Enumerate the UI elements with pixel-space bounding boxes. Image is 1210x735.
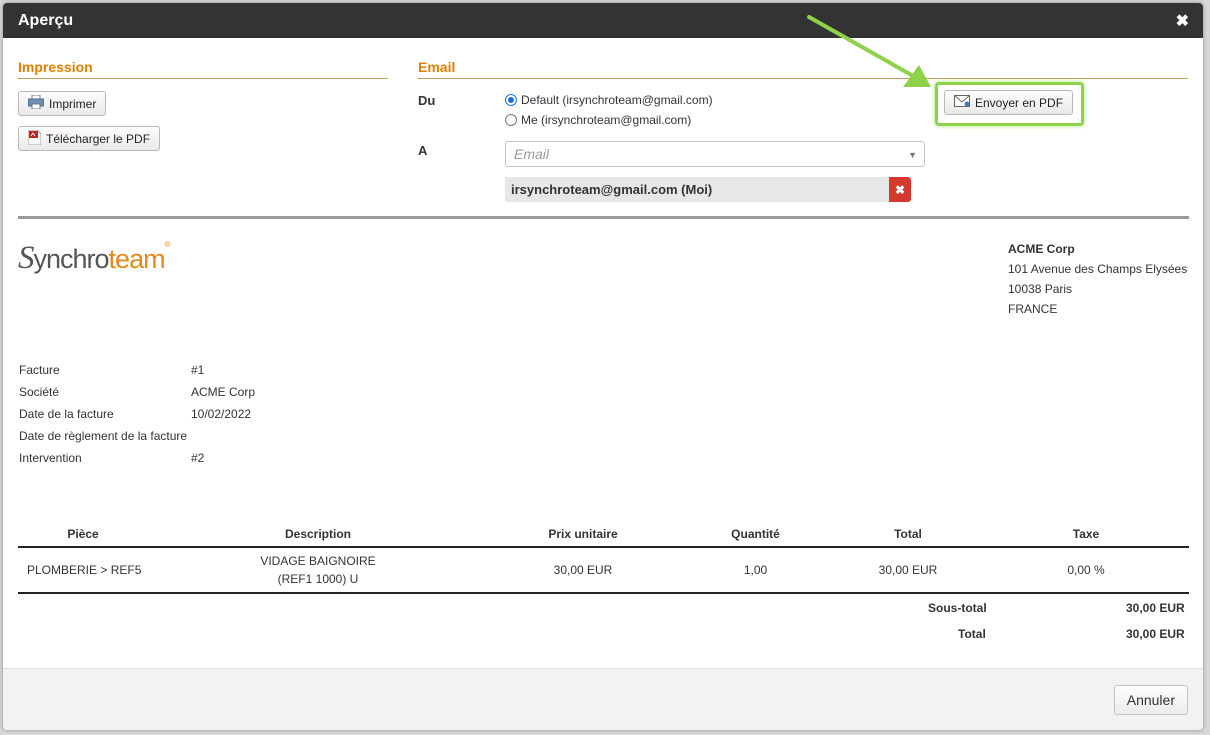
col-tax: Taxe <box>983 521 1189 548</box>
col-total: Total <box>833 521 983 548</box>
subtotal-label: Sous-total <box>928 601 987 615</box>
table-row: PLOMBERIE > REF5 VIDAGE BAIGNOIRE (REF1 … <box>18 547 1189 594</box>
meta-row: Date de la facture 10/02/2022 <box>19 407 252 421</box>
synchroteam-logo: Synchroteam® <box>18 240 170 276</box>
meta-row: Facture #1 <box>19 363 205 377</box>
col-description: Description <box>148 521 488 548</box>
cancel-button[interactable]: Annuler <box>1113 685 1188 715</box>
send-pdf-label: Envoyer en PDF <box>975 95 1064 110</box>
meta-row: Date de règlement de la facture <box>19 429 188 443</box>
separator <box>18 216 1189 219</box>
invoice-lines-table: Pièce Description Prix unitaire Quantité… <box>18 521 1189 594</box>
meta-row: Intervention #2 <box>19 451 205 465</box>
dialog-titlebar: Aperçu ✖ <box>3 3 1203 38</box>
dialog-footer: Annuler <box>3 668 1203 730</box>
customer-street: 101 Avenue des Champs Elysées <box>1008 262 1188 276</box>
radio-default[interactable] <box>505 94 517 106</box>
radio-me[interactable] <box>505 114 517 126</box>
invoice-meta: Facture #1 Société ACME Corp Date de la fa… <box>19 359 255 469</box>
envelope-icon <box>954 95 970 110</box>
from-option-me[interactable]: Me (irsynchroteam@gmail.com) <box>505 113 691 127</box>
print-button-label: Imprimer <box>49 96 97 111</box>
preview-dialog: Aperçu ✖ Impression Imprimer Télécharger… <box>3 3 1203 730</box>
close-icon[interactable]: ✖ <box>1176 11 1189 31</box>
pdf-icon <box>27 129 42 148</box>
meta-row: Société ACME Corp <box>19 385 256 399</box>
email-recipient-select[interactable]: Email ▼ <box>505 141 925 167</box>
col-unit-price: Prix unitaire <box>488 521 678 548</box>
from-label: Du <box>418 93 436 108</box>
customer-address: ACME Corp 101 Avenue des Champs Elysées … <box>1008 239 1187 319</box>
impression-heading: Impression <box>18 59 388 79</box>
download-pdf-label: Télécharger le PDF <box>46 131 151 146</box>
customer-city: 10038 Paris <box>1008 282 1073 296</box>
close-icon: ✖ <box>894 182 906 197</box>
from-option-default-label: Default (irsynchroteam@gmail.com) <box>521 93 713 107</box>
email-select-placeholder: Email <box>514 146 550 162</box>
customer-country: FRANCE <box>1008 302 1058 316</box>
to-label: A <box>418 143 428 158</box>
annotation-arrow-icon <box>807 15 931 87</box>
dialog-title: Aperçu <box>18 11 74 29</box>
send-pdf-button[interactable]: Envoyer en PDF <box>944 90 1074 115</box>
total-value: 30,00 EUR <box>1126 627 1185 641</box>
total-label: Total <box>958 627 986 641</box>
print-button[interactable]: Imprimer <box>18 91 107 116</box>
col-piece: Pièce <box>18 521 148 548</box>
printer-icon <box>27 94 45 112</box>
subtotal-value: 30,00 EUR <box>1126 601 1185 615</box>
table-header-row: Pièce Description Prix unitaire Quantité… <box>18 521 1189 548</box>
col-quantity: Quantité <box>678 521 833 548</box>
remove-recipient-button[interactable]: ✖ <box>889 177 911 202</box>
from-option-default[interactable]: Default (irsynchroteam@gmail.com) <box>505 93 713 107</box>
download-pdf-button[interactable]: Télécharger le PDF <box>18 126 161 151</box>
chevron-down-icon: ▼ <box>908 150 917 160</box>
customer-name: ACME Corp <box>1008 242 1075 256</box>
recipient-chip-label: irsynchroteam@gmail.com (Moi) <box>511 182 713 197</box>
from-option-me-label: Me (irsynchroteam@gmail.com) <box>521 113 692 127</box>
recipient-chip: irsynchroteam@gmail.com (Moi) <box>505 177 889 202</box>
